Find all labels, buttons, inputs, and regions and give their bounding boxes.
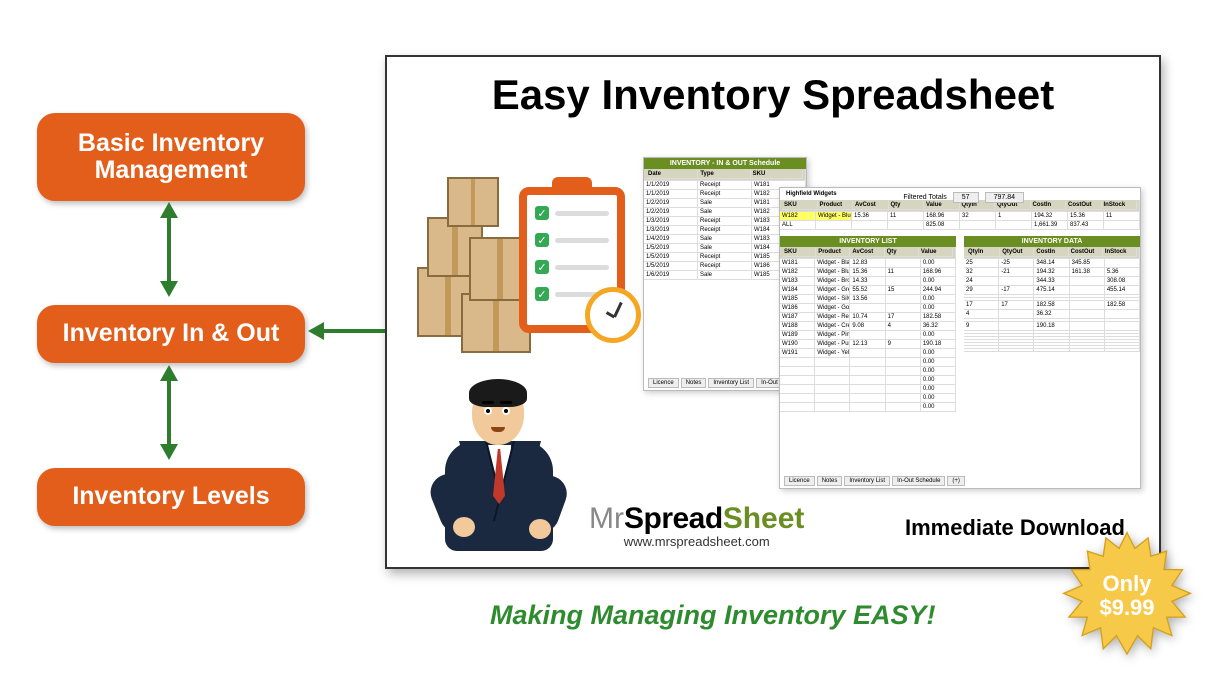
inventory-data-title: INVENTORY DATA: [964, 236, 1140, 247]
price-burst[interactable]: Only $9.99: [1061, 530, 1193, 662]
spreadsheet-preview-inventory: Highfield Widgets Filtered Totals 57 797…: [779, 187, 1141, 489]
sheet-tab[interactable]: Inventory List: [708, 378, 754, 388]
arrow-vertical-1-icon: [160, 202, 178, 297]
schedule-title: INVENTORY - IN & OUT Schedule: [644, 158, 806, 169]
filtered-totals: Filtered Totals 57 797.84: [903, 192, 1024, 203]
clock-icon: [585, 287, 641, 343]
pill-label: Inventory In & Out: [49, 314, 294, 354]
inventory-illustration-icon: ✓ ✓ ✓ ✓: [413, 167, 635, 357]
brand-url: www.mrspreadsheet.com: [589, 534, 804, 549]
mascot-icon: [417, 377, 577, 557]
sheet-tab[interactable]: Notes: [681, 378, 707, 388]
sheet-tab[interactable]: Licence: [648, 378, 679, 388]
pill-label: Basic Inventory Management: [39, 124, 303, 191]
sheet-tab[interactable]: (+): [947, 476, 965, 486]
tagline: Making Managing Inventory EASY!: [490, 600, 936, 631]
brand-logo: MrSpreadSheet www.mrspreadsheet.com: [589, 502, 804, 549]
price-text: Only $9.99: [1061, 530, 1193, 662]
sheet-tab[interactable]: Notes: [817, 476, 843, 486]
pill-inventory-in-out[interactable]: Inventory In & Out: [37, 305, 305, 363]
pill-inventory-levels[interactable]: Inventory Levels: [37, 468, 305, 526]
sheet-tab[interactable]: In-Out Schedule: [892, 476, 945, 486]
arrow-vertical-2-icon: [160, 365, 178, 460]
pill-basic-inventory[interactable]: Basic Inventory Management: [37, 113, 305, 201]
sheet-tab[interactable]: Licence: [784, 476, 815, 486]
sheet-tab[interactable]: Inventory List: [844, 476, 890, 486]
inventory-list-title: INVENTORY LIST: [780, 236, 956, 247]
company-label: Highfield Widgets: [786, 191, 837, 197]
product-panel: Easy Inventory Spreadsheet ✓ ✓ ✓ ✓ INVEN…: [385, 55, 1161, 569]
pill-label: Inventory Levels: [58, 477, 283, 517]
panel-title: Easy Inventory Spreadsheet: [387, 71, 1159, 119]
